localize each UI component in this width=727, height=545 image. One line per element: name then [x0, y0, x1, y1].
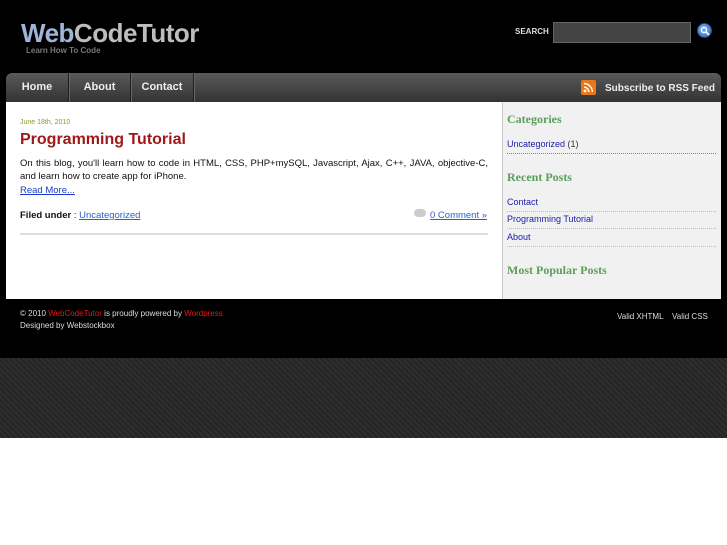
search-input[interactable] [553, 22, 691, 43]
filed-under: Filed under : Uncategorized [20, 210, 140, 221]
site-logo[interactable]: WebCodeTutor [21, 18, 199, 48]
recent-post-contact[interactable]: Contact [507, 197, 538, 207]
rss-feed-button[interactable] [581, 80, 596, 95]
sidebar-divider [507, 228, 716, 229]
rss-subscribe-link[interactable]: Subscribe to RSS Feed [605, 83, 715, 94]
sidebar-divider [507, 211, 716, 212]
main-content: June 18th, 2010 Programming Tutorial On … [6, 102, 502, 299]
rss-icon [583, 82, 594, 93]
footer-site-link[interactable]: WebCodeTutor [48, 309, 102, 318]
category-item-count: (1) [565, 139, 579, 149]
category-link[interactable]: Uncategorized [79, 210, 140, 221]
most-popular-heading: Most Popular Posts [507, 263, 607, 277]
post-excerpt: On this blog, you'll learn how to code i… [20, 158, 488, 182]
search-icon [700, 26, 710, 36]
recent-post-about[interactable]: About [507, 232, 531, 242]
footer-credits: © 2010 WebCodeTutor is proudly powered b… [20, 308, 223, 332]
recent-posts-heading: Recent Posts [507, 170, 572, 184]
filed-under-label: Filed under [20, 210, 72, 221]
nav-contact[interactable]: Contact [131, 73, 194, 102]
footer-copyright-line: © 2010 WebCodeTutor is proudly powered b… [20, 308, 223, 320]
category-item: Uncategorized (1) [507, 139, 579, 149]
logo-part-web: Web [21, 18, 74, 48]
filed-under-separator: : [71, 210, 80, 221]
comments-link[interactable]: 0 Comment » [430, 210, 487, 221]
copyright-text: © 2010 [20, 309, 49, 318]
comment-bubble-icon [414, 209, 426, 217]
nav-home[interactable]: Home [6, 73, 69, 102]
site-tagline: Learn How To Code [26, 46, 101, 55]
textured-band [0, 358, 727, 438]
nav-about[interactable]: About [69, 73, 131, 102]
designed-by-text: Designed by Webstockbox [20, 321, 115, 330]
logo-part-codetutor: CodeTutor [73, 18, 200, 48]
category-item-link[interactable]: Uncategorized [507, 139, 565, 149]
post-title[interactable]: Programming Tutorial [20, 131, 186, 149]
search-button[interactable] [697, 23, 712, 38]
post-date: June 18th, 2010 [20, 119, 71, 126]
sidebar-divider [507, 153, 716, 154]
recent-post-programming-tutorial[interactable]: Programming Tutorial [507, 214, 593, 224]
read-more-link[interactable]: Read More... [20, 185, 75, 196]
wordpress-link[interactable]: Wordpress [184, 309, 223, 318]
post-divider [20, 233, 488, 235]
sidebar: Categories Uncategorized (1) Recent Post… [502, 102, 721, 299]
valid-xhtml-link[interactable]: Valid XHTML [617, 312, 664, 321]
search-label: SEARCH [515, 27, 549, 36]
categories-heading: Categories [507, 112, 562, 126]
powered-by-text: is proudly powered by [101, 309, 185, 318]
valid-css-link[interactable]: Valid CSS [672, 312, 708, 321]
sidebar-divider [507, 246, 716, 247]
